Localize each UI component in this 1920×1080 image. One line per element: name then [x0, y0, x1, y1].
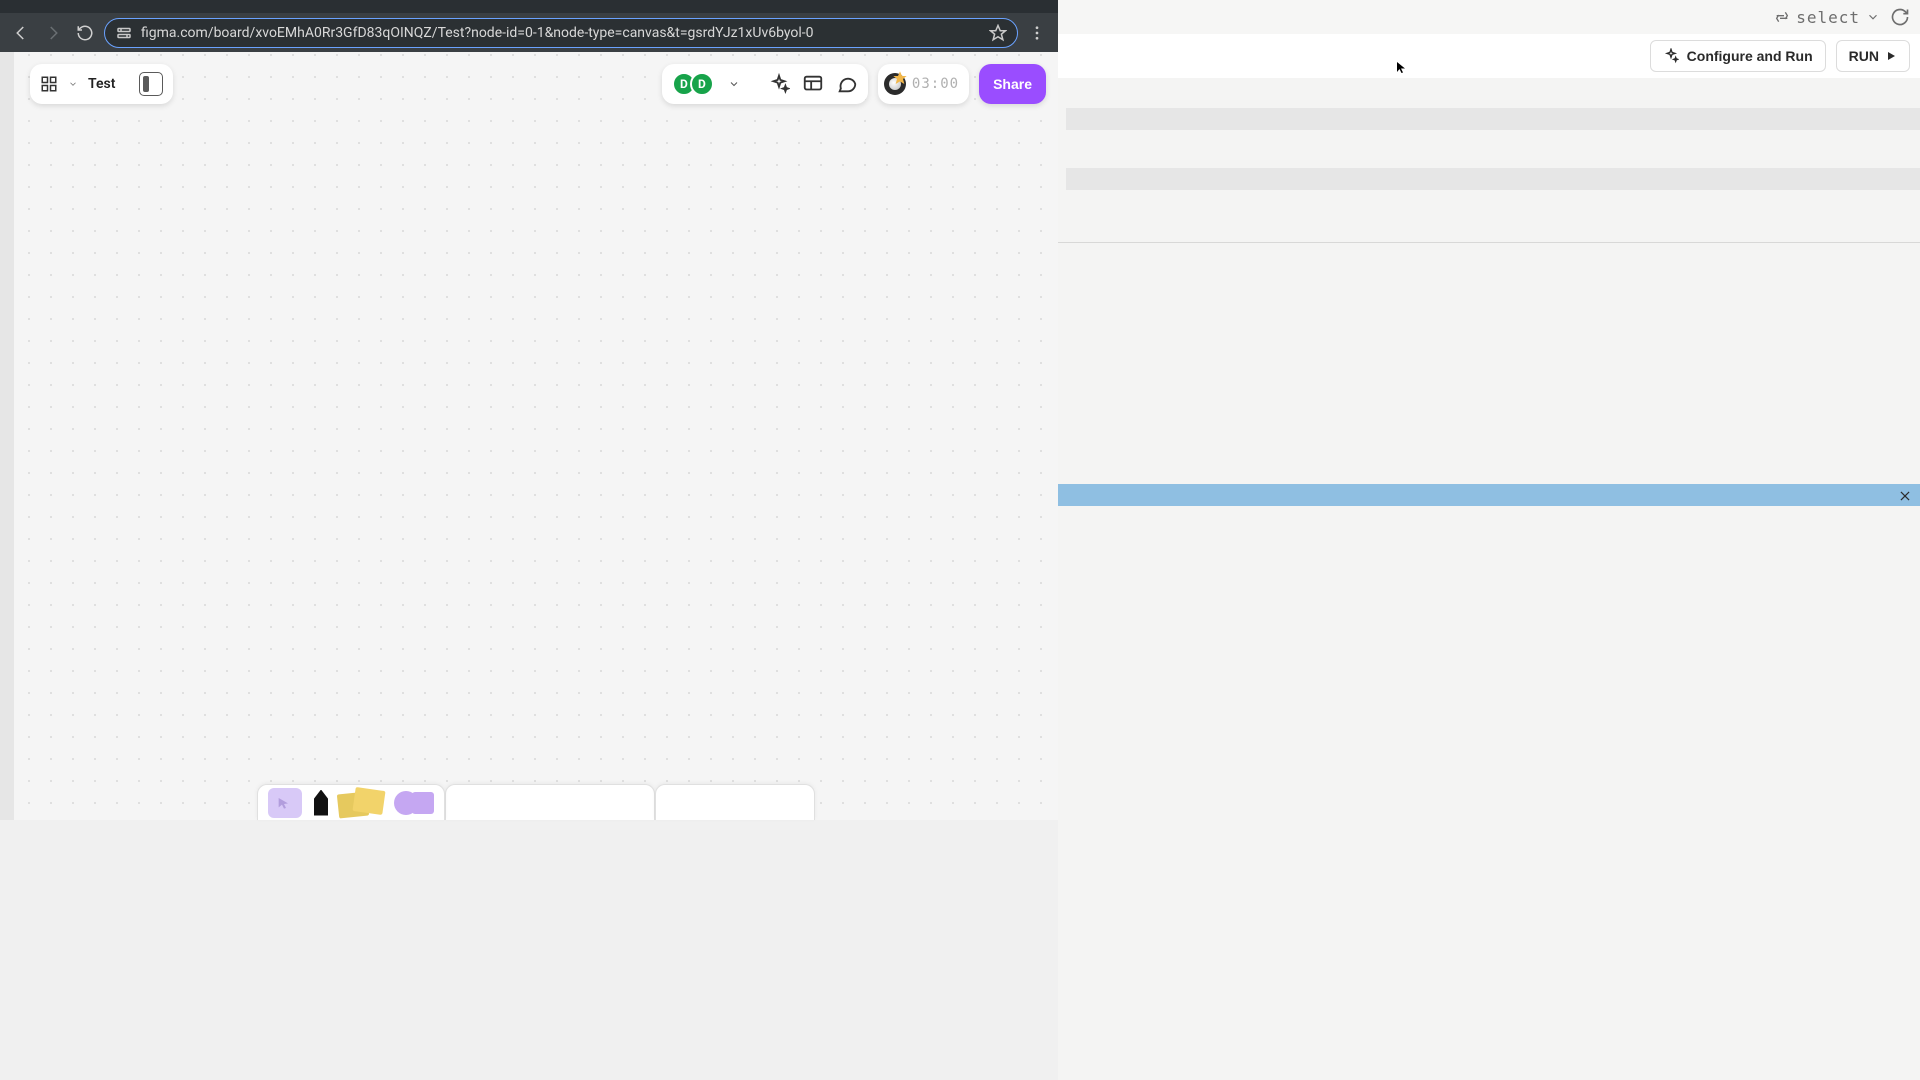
chevron-down-icon — [1866, 10, 1880, 24]
arrow-right-icon — [44, 24, 62, 42]
timer-pill[interactable]: 03:00 — [878, 64, 969, 104]
run-label: RUN — [1849, 48, 1879, 64]
comment-button[interactable] — [836, 73, 858, 95]
browser-navbar — [0, 13, 1058, 52]
collaborators-pill: D D — [662, 64, 868, 104]
toggle-panels-button[interactable] — [139, 72, 163, 96]
left-edge — [0, 52, 14, 820]
right-panel: select Configure and Run RUN — [1058, 0, 1920, 1080]
grey-band — [1066, 108, 1920, 130]
star-icon — [892, 70, 908, 86]
figma-menu-button[interactable] — [40, 75, 58, 93]
select-label: select — [1796, 8, 1860, 27]
avatar[interactable]: D — [690, 72, 714, 96]
layout-icon — [802, 73, 824, 95]
reload-button[interactable] — [72, 20, 98, 46]
tab-strip — [0, 0, 1058, 13]
present-button[interactable] — [802, 73, 824, 95]
browser-menu-button[interactable] — [1024, 20, 1050, 46]
figma-canvas[interactable]: Test D D — [14, 52, 1058, 820]
close-icon — [1898, 489, 1912, 503]
file-title[interactable]: Test — [88, 76, 115, 92]
back-button[interactable] — [8, 20, 34, 46]
right-topbar: select — [1058, 0, 1920, 34]
url-input[interactable] — [141, 25, 981, 41]
play-icon — [1885, 50, 1897, 62]
share-label: Share — [993, 76, 1032, 92]
tool-group-main — [257, 784, 445, 820]
figma-bottom-toolbar — [257, 784, 815, 820]
bookmark-star-icon[interactable] — [989, 24, 1007, 42]
shape-square-tool[interactable] — [412, 792, 434, 814]
separator — [1058, 242, 1920, 243]
timer-avatar-icon — [884, 73, 906, 95]
select-dropdown[interactable]: select — [1774, 8, 1880, 27]
grid-icon — [40, 75, 58, 93]
configure-and-run-button[interactable]: Configure and Run — [1650, 40, 1826, 72]
figma-top-right-toolbar: D D 03:00 — [662, 64, 1046, 104]
kebab-icon — [1028, 24, 1046, 42]
tool-group-secondary[interactable] — [445, 784, 655, 820]
chevron-down-icon[interactable] — [68, 79, 78, 89]
site-settings-icon[interactable] — [115, 24, 133, 42]
recycle-icon — [1774, 9, 1790, 25]
pen-tool[interactable] — [314, 790, 328, 816]
chevron-down-icon[interactable] — [728, 78, 740, 90]
figma-top-left-toolbar: Test — [30, 64, 173, 104]
grey-band — [1066, 168, 1920, 190]
sparkle-icon — [1663, 48, 1679, 64]
ai-button[interactable] — [768, 73, 790, 95]
avatar-stack[interactable]: D D — [672, 72, 714, 96]
browser-window: Test D D — [0, 0, 1058, 820]
forward-button[interactable] — [40, 20, 66, 46]
right-action-bar: Configure and Run RUN — [1058, 34, 1920, 78]
run-button[interactable]: RUN — [1836, 40, 1910, 72]
comment-icon — [836, 73, 858, 95]
arrow-left-icon — [12, 24, 30, 42]
configure-label: Configure and Run — [1687, 48, 1813, 64]
refresh-icon — [1890, 7, 1910, 27]
cursor-icon — [276, 796, 292, 812]
sticky-note-tool[interactable] — [338, 789, 384, 817]
reload-icon — [76, 24, 94, 42]
tool-group-tertiary[interactable] — [655, 784, 815, 820]
sparkle-icon — [768, 73, 790, 95]
select-tool[interactable] — [268, 788, 302, 818]
close-button[interactable] — [1898, 488, 1912, 502]
address-bar[interactable] — [104, 18, 1018, 48]
info-row — [1058, 484, 1920, 506]
share-button[interactable]: Share — [979, 64, 1046, 104]
timer-value: 03:00 — [912, 76, 959, 92]
refresh-button[interactable] — [1890, 7, 1910, 27]
right-body — [1058, 78, 1920, 1080]
